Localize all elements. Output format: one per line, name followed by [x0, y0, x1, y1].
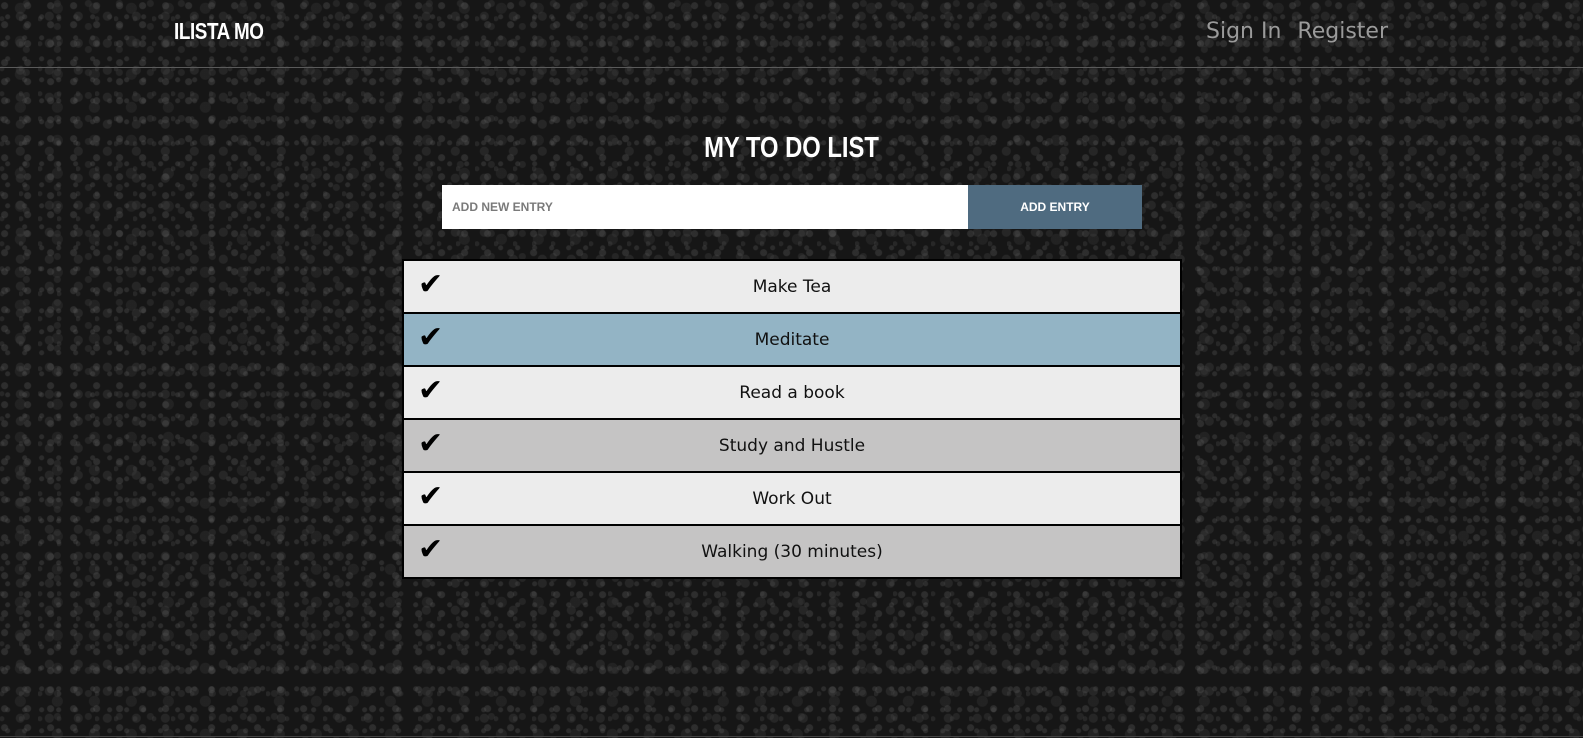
todo-item[interactable]: ✔ Read a book — [404, 367, 1180, 420]
sign-in-link[interactable]: Sign In — [1206, 19, 1281, 44]
register-link[interactable]: Register — [1297, 19, 1388, 44]
checkmark-icon[interactable]: ✔ — [418, 425, 443, 463]
todo-item[interactable]: ✔ Walking (30 minutes) — [404, 526, 1180, 577]
nav-links: Sign In Register — [1206, 19, 1388, 44]
add-entry-button[interactable]: ADD ENTRY — [968, 185, 1142, 229]
todo-item-text: Meditate — [754, 329, 830, 350]
todo-item-text: Read a book — [739, 382, 845, 403]
todo-item[interactable]: ✔ Study and Hustle — [404, 420, 1180, 473]
brand-logo[interactable]: ILISTA MO — [174, 18, 264, 45]
checkmark-icon[interactable]: ✔ — [418, 372, 443, 410]
todo-item-text: Study and Hustle — [718, 435, 866, 456]
add-entry-form: ADD ENTRY — [442, 185, 1142, 229]
checkmark-icon[interactable]: ✔ — [418, 478, 443, 516]
todo-list: ✔ Make Tea ✔ Meditate ✔ Read a book ✔ St… — [402, 259, 1182, 579]
checkmark-icon[interactable]: ✔ — [418, 531, 443, 569]
checkmark-icon[interactable]: ✔ — [418, 266, 443, 304]
todo-item[interactable]: ✔ Meditate — [404, 314, 1180, 367]
todo-item[interactable]: ✔ Work Out — [404, 473, 1180, 526]
todo-item-text: Walking (30 minutes) — [701, 541, 883, 562]
bottom-divider — [0, 736, 1583, 737]
new-entry-input[interactable] — [442, 185, 968, 229]
checkmark-icon[interactable]: ✔ — [418, 319, 443, 357]
todo-item[interactable]: ✔ Make Tea — [404, 261, 1180, 314]
page-title: MY TO DO LIST — [704, 132, 879, 165]
todo-item-text: Make Tea — [752, 276, 832, 297]
todo-item-text: Work Out — [752, 488, 832, 509]
top-navbar: ILISTA MO Sign In Register — [0, 0, 1583, 68]
